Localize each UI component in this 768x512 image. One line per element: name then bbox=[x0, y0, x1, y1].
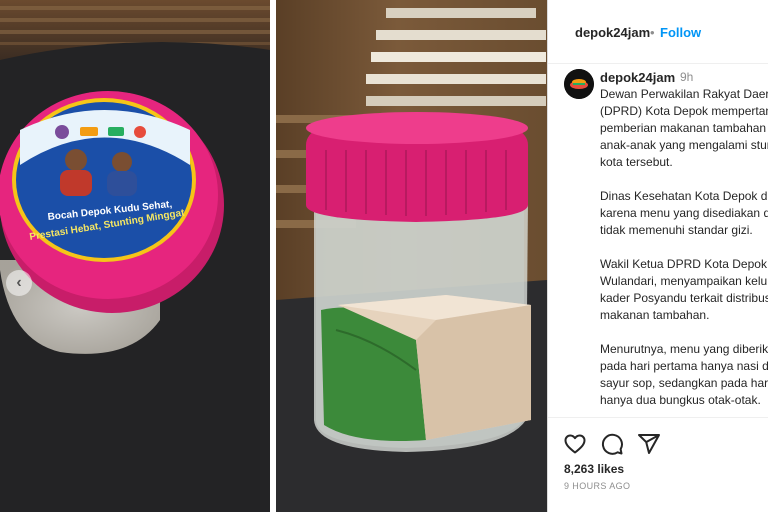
caption-line: pada hari pertama hanya nasi dan bbox=[600, 359, 768, 373]
comment-icon[interactable] bbox=[600, 432, 624, 456]
caption-paragraph: Wakil Ketua DPRD Kota Depok, Yeti Wuland… bbox=[600, 256, 768, 324]
caption-username[interactable]: depok24jam bbox=[600, 70, 675, 85]
caption-line: Wulandari, menyampaikan keluhan para bbox=[600, 274, 768, 288]
caption-line: Menurutnya, menu yang diberikan bbox=[600, 342, 768, 356]
photo-carousel[interactable]: Bocah Depok Kudu Sehat, Prestasi Hebat, … bbox=[0, 0, 547, 512]
caption-line: kader Posyandu terkait distribusi bbox=[600, 291, 768, 305]
heart-icon[interactable] bbox=[563, 432, 587, 456]
avatar[interactable] bbox=[564, 69, 594, 99]
photo-jar-contents-image bbox=[276, 0, 547, 512]
action-bar: 8,263 likes 9 HOURS AGO bbox=[548, 417, 768, 512]
caption-line: pemberian makanan tambahan bagi bbox=[600, 121, 768, 135]
caption-paragraph: Menurutnya, menu yang diberikan pada har… bbox=[600, 341, 768, 409]
chevron-left-icon[interactable]: ‹ bbox=[6, 270, 32, 296]
caption-line: (DPRD) Kota Depok mempertanyakan bbox=[600, 104, 768, 118]
caption-text: Dewan Perwakilan Rakyat Daerah (DPRD) Ko… bbox=[600, 86, 768, 417]
avatar-logo bbox=[564, 69, 594, 99]
follow-button[interactable]: Follow bbox=[660, 25, 701, 40]
caption-line: tidak memenuhi standar gizi. bbox=[600, 223, 753, 237]
caption-timestamp[interactable]: 9h bbox=[680, 70, 693, 84]
photo-jar-lid: Bocah Depok Kudu Sehat, Prestasi Hebat, … bbox=[0, 0, 270, 512]
post-timestamp: 9 HOURS AGO bbox=[564, 481, 631, 491]
likes-count[interactable]: 8,263 likes bbox=[564, 462, 624, 476]
caption-line: karena menu yang disediakan dinilai bbox=[600, 206, 768, 220]
caption-paragraph: Dinas Kesehatan Kota Depok dikritik kare… bbox=[600, 188, 768, 239]
header-separator: • bbox=[650, 25, 655, 40]
caption-line: anak-anak yang mengalami stunting di bbox=[600, 138, 768, 152]
caption-line: Dinas Kesehatan Kota Depok dikritik bbox=[600, 189, 768, 203]
caption-line: Dewan Perwakilan Rakyat Daerah bbox=[600, 87, 768, 101]
caption-line: Wakil Ketua DPRD Kota Depok, Yeti bbox=[600, 257, 768, 271]
caption-paragraph: Dewan Perwakilan Rakyat Daerah (DPRD) Ko… bbox=[600, 86, 768, 171]
caption-section: depok24jam 9h Dewan Perwakilan Rakyat Da… bbox=[548, 64, 768, 417]
photo-jar-lid-image: Bocah Depok Kudu Sehat, Prestasi Hebat, … bbox=[0, 0, 270, 512]
caption-line: makanan tambahan. bbox=[600, 308, 710, 322]
header-username[interactable]: depok24jam bbox=[575, 25, 650, 40]
share-icon[interactable] bbox=[637, 432, 661, 456]
post-header: depok24jam • Follow bbox=[548, 0, 768, 64]
caption-line: kota tersebut. bbox=[600, 155, 673, 169]
post-sidebar: depok24jam • Follow depok24jam 9h Dewan … bbox=[547, 0, 768, 512]
caption-line: hanya dua bungkus otak-otak. bbox=[600, 393, 761, 407]
caption-line: sayur sop, sedangkan pada hari kedua bbox=[600, 376, 768, 390]
photo-jar-contents bbox=[276, 0, 547, 512]
